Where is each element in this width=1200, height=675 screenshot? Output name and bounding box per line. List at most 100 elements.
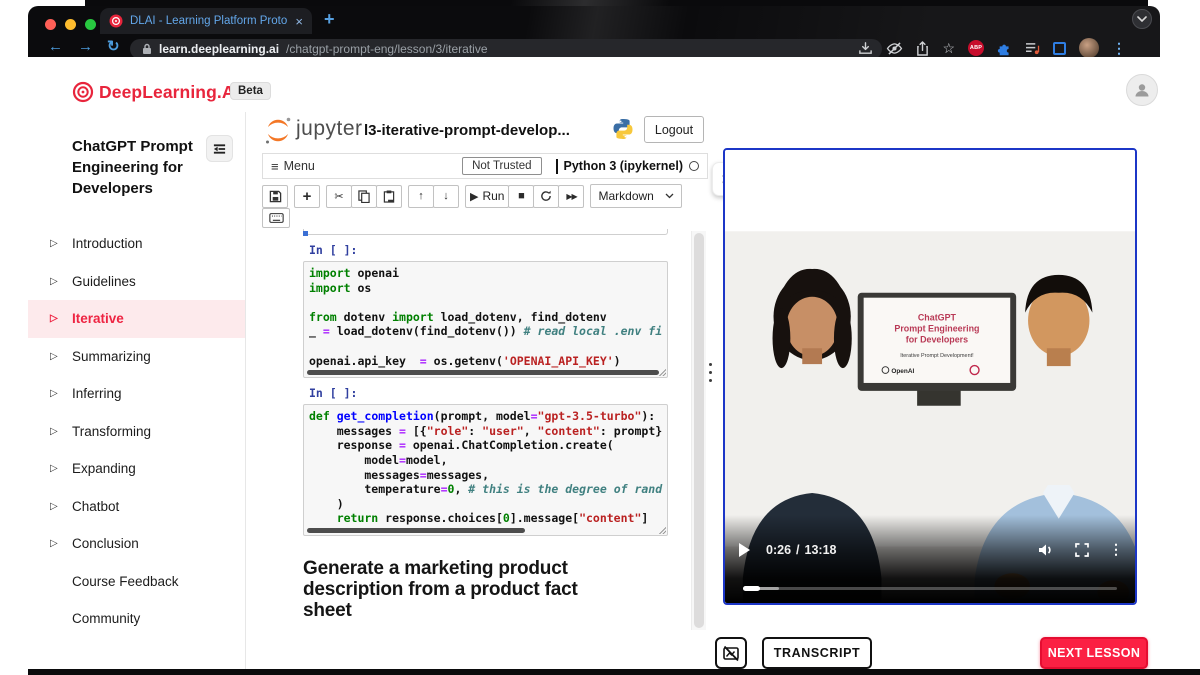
played-bar (743, 586, 760, 591)
chevron-down-icon (665, 193, 674, 199)
adblock-extension-icon[interactable]: ABP (968, 40, 984, 56)
tab-close-icon[interactable]: × (295, 15, 303, 28)
slide-title-3: for Developers (906, 334, 968, 344)
slide-title-1: ChatGPT (918, 312, 957, 322)
chevron-down-icon (1137, 16, 1147, 22)
window-controls[interactable] (45, 19, 96, 30)
address-bar[interactable]: learn.deeplearning.ai/chatgpt-prompt-eng… (130, 39, 882, 59)
share-icon[interactable] (916, 41, 929, 56)
lesson-play-icon: ▷ (50, 351, 72, 362)
logout-button[interactable]: Logout (644, 116, 704, 143)
eye-off-icon[interactable] (886, 42, 903, 55)
move-cell-up-button[interactable]: ↑ (408, 185, 434, 208)
sidebar-item-conclusion[interactable]: ▷Conclusion (28, 525, 245, 563)
cell-handle (303, 231, 308, 236)
refresh-icon (540, 190, 552, 202)
lesson-play-icon: ▷ (50, 463, 72, 474)
code-cell[interactable]: import openaiimport os from dotenv impor… (303, 261, 668, 378)
copy-cell-button[interactable] (351, 185, 377, 208)
video-off-icon (722, 645, 740, 662)
sidebar-extension-icon[interactable] (1053, 42, 1066, 55)
sidebar-item-summarizing[interactable]: ▷Summarizing (28, 338, 245, 376)
sidebar-item-chatbot[interactable]: ▷Chatbot (28, 488, 245, 526)
cell-input-prompt: In [ ]: (309, 243, 668, 257)
move-cell-down-button[interactable]: ↓ (433, 185, 459, 208)
forward-button[interactable]: → (78, 37, 93, 57)
beta-badge: Beta (230, 82, 271, 100)
sidebar-item-inferring[interactable]: ▷Inferring (28, 375, 245, 413)
lesson-play-icon: ▷ (50, 276, 72, 287)
zoom-window-button[interactable] (85, 19, 96, 30)
fullscreen-icon[interactable] (1075, 543, 1089, 557)
notebook-scroll-area[interactable]: In [ ]: import openaiimport os from doten… (263, 229, 690, 632)
time-duration: 13:18 (805, 543, 837, 557)
deeplearning-logo[interactable]: DeepLearning.AI (72, 81, 240, 103)
sidebar-item-expanding[interactable]: ▷Expanding (28, 450, 245, 488)
time-current: 0:26 (766, 543, 791, 557)
sidebar-item-transforming[interactable]: ▷Transforming (28, 413, 245, 451)
restart-kernel-button[interactable] (533, 185, 559, 208)
notebook-title[interactable]: l3-iterative-prompt-develop... (364, 122, 570, 139)
video-player[interactable]: ChatGPT Prompt Engineering for Developer… (723, 148, 1137, 605)
volume-icon[interactable] (1038, 543, 1055, 557)
video-progress-bar[interactable] (743, 587, 1117, 590)
save-page-icon[interactable] (858, 41, 873, 56)
collapse-panel-icon (212, 142, 227, 156)
cell-type-select[interactable]: Markdown (590, 184, 682, 208)
extensions-puzzle-icon[interactable] (997, 41, 1012, 56)
restart-run-all-button[interactable]: ▶▶ (558, 185, 584, 208)
playlist-extension-icon[interactable] (1025, 42, 1040, 55)
python-icon (612, 118, 634, 140)
menu-label: Menu (284, 159, 315, 173)
close-window-button[interactable] (45, 19, 56, 30)
slide-title-2: Prompt Engineering (894, 323, 979, 333)
user-avatar[interactable] (1126, 74, 1158, 106)
cell-resize-grip[interactable] (659, 369, 666, 376)
bookmark-star-icon[interactable]: ☆ (942, 41, 955, 55)
browser-tab[interactable]: DLAI - Learning Platform Proto × (100, 8, 312, 34)
lesson-play-icon: ▷ (50, 426, 72, 437)
cut-cell-button[interactable]: ✂ (326, 185, 352, 208)
run-cell-button[interactable]: ▶ Run (465, 185, 509, 208)
sidebar-item-introduction[interactable]: ▷Introduction (28, 225, 245, 263)
add-cell-button[interactable]: + (294, 185, 320, 208)
cell-resize-grip[interactable] (659, 527, 666, 534)
sidebar-item-community[interactable]: Community (28, 600, 245, 638)
stop-kernel-button[interactable]: ■ (508, 185, 534, 208)
cell-horizontal-scrollbar[interactable] (307, 370, 659, 375)
notebook-cells: In [ ]: import openaiimport os from doten… (303, 243, 668, 536)
not-trusted-button[interactable]: Not Trusted (462, 157, 541, 175)
window-chevron-button[interactable] (1132, 9, 1152, 29)
minimize-window-button[interactable] (65, 19, 76, 30)
transcript-button[interactable]: TRANSCRIPT (762, 637, 872, 669)
reload-button[interactable]: ↻ (107, 37, 120, 57)
person-icon (1133, 81, 1151, 99)
notebook-scrollbar[interactable] (691, 231, 706, 630)
browser-menu-icon[interactable]: ⋮ (1112, 40, 1126, 57)
profile-avatar[interactable] (1079, 38, 1099, 58)
sidebar-item-guidelines[interactable]: ▷Guidelines (28, 263, 245, 301)
cell-horizontal-scrollbar[interactable] (307, 528, 525, 533)
play-button[interactable] (739, 543, 750, 557)
sidebar-collapse-button[interactable] (206, 135, 233, 162)
notebook-menubar: ≡ Menu Not Trusted Python 3 (ipykernel) (262, 153, 708, 179)
floppy-icon (269, 190, 282, 203)
sidebar-item-iterative[interactable]: ▷Iterative (28, 300, 245, 338)
video-controls: 0:26 / 13:18 ⋮ (725, 515, 1135, 603)
menu-button[interactable]: ≡ Menu (271, 159, 315, 174)
page: DeepLearning.AI Beta ChatGPT Prompt Engi… (28, 57, 1160, 669)
lesson-play-icon: ▷ (50, 388, 72, 399)
save-button[interactable] (262, 185, 288, 208)
url-host: learn.deeplearning.ai (159, 42, 279, 56)
next-lesson-button[interactable]: NEXT LESSON (1040, 637, 1148, 669)
toggle-video-button[interactable] (715, 637, 747, 669)
new-tab-button[interactable]: + (324, 9, 335, 30)
sidebar-item-label: Chatbot (72, 499, 119, 514)
paste-cell-button[interactable] (376, 185, 402, 208)
back-button[interactable]: ← (48, 37, 63, 57)
panel-drag-handle[interactable] (709, 363, 712, 382)
command-palette-button[interactable] (262, 208, 290, 228)
sidebar-item-course-feedback[interactable]: Course Feedback (28, 563, 245, 601)
video-menu-icon[interactable]: ⋮ (1109, 541, 1123, 558)
code-cell[interactable]: def get_completion(prompt, model="gpt-3.… (303, 404, 668, 536)
